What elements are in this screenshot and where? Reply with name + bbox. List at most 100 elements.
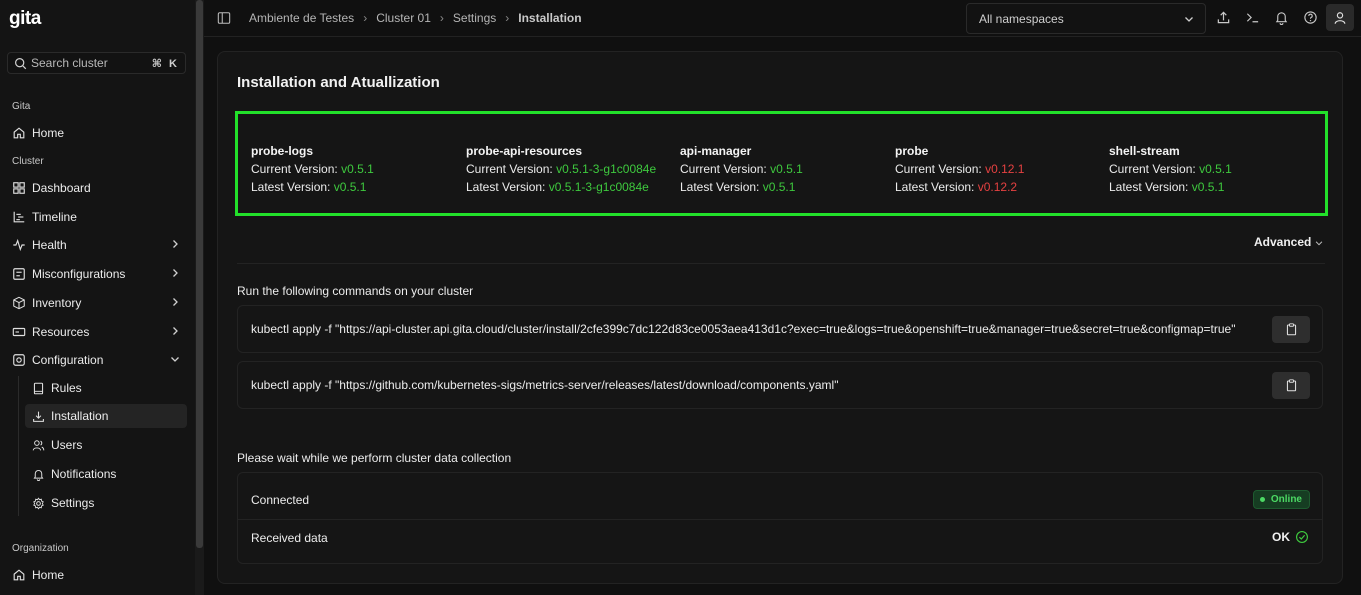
clipboard-icon bbox=[1286, 379, 1296, 392]
chevron-right-icon: › bbox=[439, 11, 444, 25]
sidebar-item-resources[interactable]: Resources bbox=[7, 319, 187, 344]
current-version-value: v0.5.1-3-g1c0084e bbox=[556, 162, 657, 176]
component-name: api-manager bbox=[680, 144, 752, 158]
copy-command-button[interactable] bbox=[1272, 316, 1310, 343]
command-text[interactable]: kubectl apply -f "https://api-cluster.ap… bbox=[251, 322, 1235, 336]
misconfig-icon bbox=[13, 267, 25, 280]
advanced-toggle[interactable]: Advanced bbox=[1254, 235, 1324, 249]
page-title: Installation and Atuallization bbox=[237, 74, 440, 91]
versions-panel: probe-logs Current Version: v0.5.1 Lates… bbox=[235, 111, 1328, 216]
scrollbar-thumb[interactable] bbox=[196, 0, 203, 548]
current-version-label: Current Version: bbox=[1109, 162, 1196, 176]
received-status-text: OK bbox=[1272, 530, 1290, 544]
status-label: Connected bbox=[251, 493, 310, 507]
sidebar-item-label: Inventory bbox=[32, 295, 82, 310]
command-box-install: kubectl apply -f "https://api-cluster.ap… bbox=[237, 305, 1323, 353]
sidebar-item-health[interactable]: Health bbox=[7, 232, 187, 257]
top-header: Ambiente de Testes › Cluster 01 › Settin… bbox=[204, 0, 1361, 37]
breadcrumb-current: Installation bbox=[518, 11, 582, 25]
download-icon bbox=[33, 411, 44, 422]
help-icon[interactable] bbox=[1303, 10, 1318, 25]
status-row-received: Received data OK bbox=[238, 519, 1322, 565]
terminal-icon[interactable] bbox=[1245, 10, 1260, 25]
sidebar-item-installation[interactable]: Installation bbox=[25, 404, 187, 428]
sidebar-item-label: Users bbox=[51, 438, 83, 452]
latest-version-value: v0.5.1 bbox=[762, 180, 796, 194]
current-version-label: Current Version: bbox=[251, 162, 338, 176]
sidebar-item-home[interactable]: Home bbox=[7, 120, 187, 145]
component-name: shell-stream bbox=[1109, 144, 1180, 158]
namespace-value: All namespaces bbox=[979, 11, 1064, 26]
status-label: Received data bbox=[251, 531, 328, 545]
sidebar-toggle-icon[interactable] bbox=[217, 11, 231, 25]
sidebar-item-rules[interactable]: Rules bbox=[25, 376, 187, 400]
gear-icon bbox=[33, 496, 44, 510]
status-row-connected: Connected Online bbox=[238, 473, 1322, 519]
received-status: OK bbox=[1272, 530, 1309, 544]
sidebar-item-configuration[interactable]: Configuration bbox=[7, 347, 187, 372]
chevron-right-icon bbox=[173, 240, 178, 248]
section-label-cluster: Cluster bbox=[12, 156, 44, 167]
sidebar-item-label: Configuration bbox=[32, 352, 104, 367]
latest-version-label: Latest Version: bbox=[466, 180, 546, 194]
sidebar-item-timeline[interactable]: Timeline bbox=[7, 204, 187, 229]
user-menu-button[interactable] bbox=[1326, 4, 1354, 31]
sidebar-item-misconfigurations[interactable]: Misconfigurations bbox=[7, 261, 187, 286]
chevron-right-icon: › bbox=[363, 11, 368, 25]
namespace-select[interactable]: All namespaces bbox=[966, 3, 1206, 34]
component-api-manager: api-manager Current Version: v0.5.1 Late… bbox=[680, 142, 803, 196]
search-icon bbox=[15, 57, 27, 69]
component-probe-api-resources: probe-api-resources Current Version: v0.… bbox=[466, 142, 656, 196]
command-box-metrics: kubectl apply -f "https://github.com/kub… bbox=[237, 361, 1323, 409]
sidebar-item-settings[interactable]: Settings bbox=[25, 491, 187, 515]
component-probe: probe Current Version: v0.12.1 Latest Ve… bbox=[895, 142, 1024, 196]
breadcrumb-item[interactable]: Cluster 01 bbox=[376, 11, 431, 25]
sidebar-item-label: Misconfigurations bbox=[32, 266, 126, 281]
online-dot-icon bbox=[1259, 497, 1265, 502]
latest-version-value: v0.5.1 bbox=[333, 180, 367, 194]
latest-version-label: Latest Version: bbox=[895, 180, 975, 194]
commands-label: Run the following commands on your clust… bbox=[237, 284, 474, 298]
chevron-right-icon bbox=[173, 298, 178, 306]
sidebar-item-dashboard[interactable]: Dashboard bbox=[7, 175, 187, 200]
sidebar-item-users[interactable]: Users bbox=[25, 433, 187, 457]
submenu-guide-line bbox=[18, 376, 19, 516]
page-scrollbar[interactable] bbox=[1355, 38, 1361, 595]
sidebar: gita ⌘ K Gita Home Cluster Dashboard Tim… bbox=[0, 0, 195, 595]
sidebar-item-inventory[interactable]: Inventory bbox=[7, 290, 187, 315]
app-logo[interactable]: gita bbox=[9, 8, 41, 30]
sidebar-item-label: Home bbox=[32, 125, 65, 140]
resources-icon bbox=[12, 327, 26, 336]
sidebar-item-label: Resources bbox=[32, 324, 90, 339]
sidebar-item-label: Rules bbox=[51, 381, 82, 395]
component-name: probe-api-resources bbox=[466, 144, 583, 158]
section-label-gita: Gita bbox=[12, 101, 31, 112]
copy-command-button[interactable] bbox=[1272, 372, 1310, 399]
timeline-icon bbox=[13, 211, 25, 222]
command-text[interactable]: kubectl apply -f "https://github.com/kub… bbox=[251, 378, 838, 392]
divider bbox=[237, 263, 1325, 264]
chevron-down-icon bbox=[1316, 241, 1323, 246]
sidebar-item-label: Installation bbox=[51, 409, 109, 423]
sidebar-item-label: Settings bbox=[51, 496, 95, 510]
status-box: Connected Online Received data OK bbox=[237, 472, 1323, 564]
current-version-value: v0.12.1 bbox=[985, 162, 1025, 176]
chevron-right-icon: › bbox=[505, 11, 510, 25]
current-version-value: v0.5.1 bbox=[770, 162, 803, 176]
clipboard-icon bbox=[1286, 323, 1296, 336]
wait-label: Please wait while we perform cluster dat… bbox=[237, 451, 512, 465]
search-input[interactable] bbox=[31, 56, 152, 70]
sidebar-item-org-home[interactable]: Home bbox=[7, 562, 187, 587]
search-cluster[interactable]: ⌘ K bbox=[7, 52, 186, 74]
installation-card: Installation and Atuallization probe-log… bbox=[217, 51, 1343, 584]
upload-icon[interactable] bbox=[1216, 10, 1231, 25]
status-badge: Online bbox=[1252, 490, 1310, 509]
bell-icon[interactable] bbox=[1274, 10, 1289, 25]
breadcrumb-item[interactable]: Settings bbox=[453, 11, 496, 25]
current-version-label: Current Version: bbox=[680, 162, 767, 176]
breadcrumb-item[interactable]: Ambiente de Testes bbox=[249, 11, 354, 25]
sidebar-item-notifications[interactable]: Notifications bbox=[25, 462, 187, 486]
status-badge-text: Online bbox=[1270, 494, 1302, 505]
component-name: probe bbox=[895, 144, 929, 158]
sidebar-scrollbar[interactable] bbox=[195, 0, 204, 595]
